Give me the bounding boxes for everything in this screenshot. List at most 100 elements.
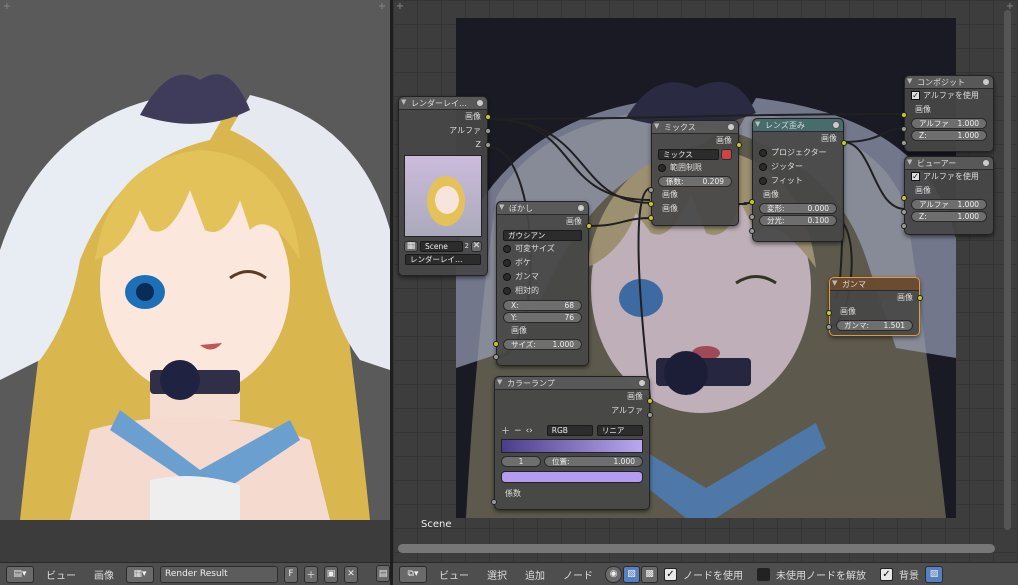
dispersion-field[interactable]: 分光: 0.100	[759, 215, 837, 226]
output-image-socket[interactable]	[736, 142, 742, 148]
relative-toggle[interactable]: 相対的	[497, 284, 588, 298]
blend-type-dropdown[interactable]: ミックス	[658, 149, 719, 160]
input-image-socket[interactable]	[901, 112, 907, 118]
clamp-toggle[interactable]: 範囲制限	[652, 161, 738, 175]
radio-icon[interactable]	[759, 148, 767, 157]
editor-type-icon[interactable]: ▤▾	[6, 565, 34, 583]
color-ramp-bar[interactable]	[501, 439, 643, 453]
jitter-toggle[interactable]: ジッター	[753, 160, 843, 174]
unlink-scene-icon[interactable]: ✕	[471, 240, 482, 252]
unlink-image-icon[interactable]: ✕	[344, 565, 358, 583]
node-editor-area[interactable]: + + レンダーレイ…	[393, 0, 1018, 562]
scene-browse-icon[interactable]: ▦	[404, 240, 418, 252]
area-corner-icon[interactable]: +	[377, 2, 387, 12]
size-y-field[interactable]: Y: 76	[503, 312, 582, 323]
radio-icon[interactable]	[503, 272, 511, 281]
input-size-socket[interactable]	[493, 354, 499, 360]
node-preview-icon[interactable]	[577, 204, 585, 212]
radio-icon[interactable]	[759, 162, 767, 171]
horizontal-scrollbar[interactable]	[398, 544, 995, 553]
backdrop-checkbox[interactable]: ✓	[880, 567, 893, 581]
lens-distortion-node[interactable]: レンズ歪み 画像 プロジェクター ジッター フィット 画像 変形: 0.000 分…	[749, 118, 847, 242]
render-layers-node[interactable]: レンダーレイ… 画像 アルファ Z ▦ Scene 2 ✕ レンダーレイ…	[398, 96, 491, 276]
z-field[interactable]: Z: 1.000	[911, 130, 987, 141]
add-stop-icon[interactable]: ＋	[501, 424, 510, 437]
node-preview-icon[interactable]	[832, 121, 840, 129]
gamma-field[interactable]: ガンマ: 1.501	[836, 320, 913, 331]
shader-tree-icon[interactable]: ◉	[605, 565, 622, 583]
radio-icon[interactable]	[759, 176, 767, 185]
input-image2-socket[interactable]	[648, 215, 654, 221]
layer-dropdown[interactable]: レンダーレイ…	[405, 254, 481, 265]
z-field[interactable]: Z: 1.000	[911, 211, 987, 222]
remove-stop-icon[interactable]: −	[514, 426, 522, 436]
mix-node[interactable]: ミックス 画像 ミックス 範囲制限 係数: 0.209 画像 画像	[648, 120, 742, 226]
open-image-icon[interactable]: ▣	[324, 565, 338, 583]
input-factor-socket[interactable]	[648, 187, 654, 193]
checkmark-icon[interactable]: ✓	[911, 91, 920, 100]
output-alpha-socket[interactable]	[647, 412, 653, 418]
variable-size-toggle[interactable]: 可変サイズ	[497, 242, 588, 256]
menu-node[interactable]: ノード	[557, 567, 599, 582]
area-corner-icon[interactable]: +	[2, 2, 12, 12]
pin-icon[interactable]: ▤	[376, 565, 390, 582]
input-image-socket[interactable]	[826, 310, 832, 316]
output-image-socket[interactable]	[917, 295, 923, 301]
output-image-socket[interactable]	[841, 140, 847, 146]
radio-icon[interactable]	[503, 286, 511, 295]
fake-user-button[interactable]: F	[284, 565, 298, 583]
flip-ramp-icon[interactable]: ‹›	[526, 426, 533, 436]
blur-node[interactable]: ぼかし 画像 ガウシアン 可変サイズ ボケ ガンマ 相対的 X:68 Y:76 …	[493, 201, 592, 366]
input-factor-socket[interactable]	[491, 499, 497, 505]
color-mode-dropdown[interactable]: RGB	[546, 425, 593, 436]
radio-icon[interactable]	[658, 163, 666, 172]
input-z-socket[interactable]	[901, 223, 907, 229]
scene-field[interactable]: Scene	[420, 240, 463, 252]
bokeh-toggle[interactable]: ボケ	[497, 256, 588, 270]
free-unused-checkbox[interactable]	[757, 567, 770, 581]
input-image1-socket[interactable]	[648, 201, 654, 207]
output-image-socket[interactable]	[647, 398, 653, 404]
stop-index-field[interactable]: 1	[501, 456, 541, 467]
new-image-icon[interactable]: ＋	[304, 565, 318, 583]
input-image-socket[interactable]	[493, 341, 499, 347]
use-nodes-checkbox[interactable]: ✓	[664, 567, 677, 581]
image-browse-icon[interactable]: ▦▾	[126, 565, 154, 583]
alpha-toggle-icon[interactable]	[721, 149, 732, 160]
viewer-node[interactable]: ビューアー ✓アルファを使用 画像 アルファ 1.000 Z: 1.000	[901, 156, 994, 235]
interpolation-dropdown[interactable]: リニア	[596, 425, 644, 436]
menu-select[interactable]: 選択	[481, 567, 513, 582]
texture-tree-icon[interactable]: ▩	[641, 565, 658, 583]
color-ramp-node[interactable]: カラーランプ 画像 アルファ ＋ − ‹› RGB リニア 1 位置: 1.000…	[491, 376, 653, 510]
node-preview-icon[interactable]	[982, 159, 990, 167]
compositing-tree-icon[interactable]: ▧	[623, 565, 640, 583]
image-editor-area[interactable]: + +	[0, 0, 390, 562]
node-preview-icon[interactable]	[982, 78, 990, 86]
output-alpha-socket[interactable]	[485, 128, 491, 134]
projector-toggle[interactable]: プロジェクター	[753, 146, 843, 160]
size-field[interactable]: サイズ: 1.000	[503, 339, 582, 350]
alpha-field[interactable]: アルファ 1.000	[911, 199, 987, 210]
node-preview-icon[interactable]	[727, 123, 735, 131]
input-alpha-socket[interactable]	[901, 209, 907, 215]
menu-image[interactable]: 画像	[88, 567, 120, 582]
input-z-socket[interactable]	[901, 140, 907, 146]
stop-position-field[interactable]: 位置: 1.000	[544, 456, 643, 467]
distort-field[interactable]: 変形: 0.000	[759, 203, 837, 214]
alpha-field[interactable]: アルファ 1.000	[911, 118, 987, 129]
input-distort-socket[interactable]	[749, 214, 755, 220]
image-name-field[interactable]: Render Result	[160, 565, 278, 583]
checkmark-icon[interactable]: ✓	[911, 172, 920, 181]
output-image-socket[interactable]	[586, 223, 592, 229]
size-x-field[interactable]: X: 68	[503, 300, 582, 311]
gamma-toggle[interactable]: ガンマ	[497, 270, 588, 284]
output-image-socket[interactable]	[485, 114, 491, 120]
menu-view[interactable]: ビュー	[40, 567, 82, 582]
radio-icon[interactable]	[503, 258, 511, 267]
input-alpha-socket[interactable]	[901, 126, 907, 132]
filter-type-dropdown[interactable]: ガウシアン	[503, 230, 582, 241]
input-gamma-socket[interactable]	[826, 324, 832, 330]
node-preview-icon[interactable]	[638, 379, 646, 387]
node-preview-icon[interactable]	[476, 99, 484, 107]
gamma-node[interactable]: ガンマ 画像 画像 ガンマ: 1.501	[826, 277, 923, 336]
